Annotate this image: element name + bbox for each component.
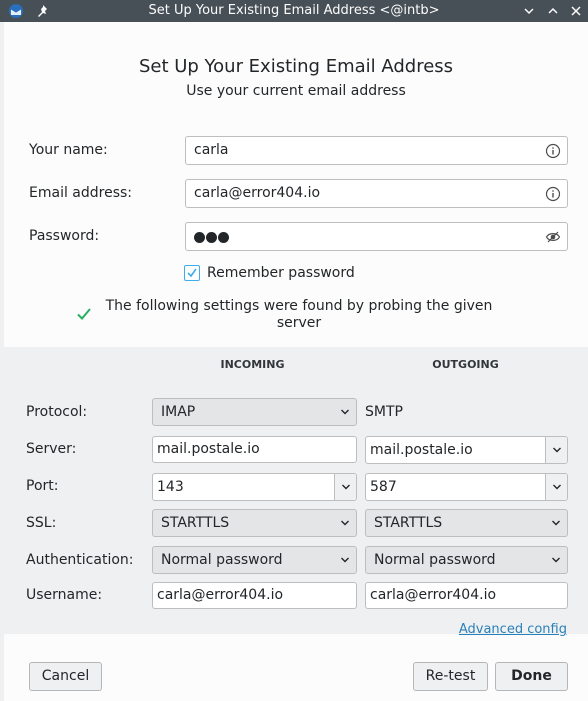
page-subtitle: Use your current email address: [186, 83, 406, 99]
incoming-protocol-select[interactable]: IMAP: [152, 398, 357, 426]
cancel-button[interactable]: Cancel: [29, 662, 102, 691]
outgoing-server-dropdown-button[interactable]: [545, 437, 567, 463]
done-button[interactable]: Done: [495, 662, 568, 691]
password-label: Password:: [29, 228, 100, 244]
incoming-username-input[interactable]: carla@error404.io: [152, 582, 357, 609]
retest-button[interactable]: Re-test: [413, 662, 488, 691]
chevron-down-icon: [341, 520, 349, 526]
probe-message: The following settings were found by pro…: [105, 298, 493, 331]
password-field[interactable]: [185, 222, 568, 251]
page-title: Set Up Your Existing Email Address: [138, 56, 454, 77]
setup-dialog: Set Up Your Existing Email Address Use y…: [4, 22, 588, 701]
title-bar: Set Up Your Existing Email Address <@int…: [0, 0, 588, 22]
outgoing-port-dropdown-button[interactable]: [545, 474, 567, 500]
info-icon[interactable]: [545, 143, 561, 159]
info-icon[interactable]: [545, 186, 561, 202]
outgoing-port-value: 587: [370, 479, 397, 495]
maximize-icon[interactable]: [545, 3, 561, 19]
name-field[interactable]: carla: [185, 136, 568, 165]
protocol-label: Protocol:: [26, 404, 88, 420]
chevron-down-icon: [342, 484, 350, 490]
chevron-down-icon: [553, 484, 561, 490]
outgoing-ssl-value: STARTTLS: [374, 515, 443, 531]
server-settings-panel: INCOMING OUTGOING Protocol: IMAP SMTP Se…: [4, 347, 588, 637]
port-label: Port:: [26, 478, 59, 494]
ssl-label: SSL:: [26, 515, 57, 531]
remember-password-label[interactable]: Remember password: [207, 265, 355, 281]
incoming-port-dropdown-button[interactable]: [334, 474, 356, 500]
incoming-server-value: mail.postale.io: [157, 441, 260, 457]
outgoing-header: OUTGOING: [432, 358, 499, 371]
outgoing-authentication-select[interactable]: Normal password: [365, 546, 568, 574]
incoming-ssl-select[interactable]: STARTTLS: [152, 509, 357, 537]
authentication-label: Authentication:: [26, 552, 134, 568]
window-title: Set Up Your Existing Email Address <@int…: [148, 3, 440, 18]
advanced-config-link[interactable]: Advanced config: [459, 622, 567, 637]
email-label: Email address:: [29, 185, 133, 201]
password-mask: [194, 231, 230, 247]
username-label: Username:: [26, 587, 103, 603]
outgoing-server-combo[interactable]: mail.postale.io: [365, 436, 568, 464]
chevron-down-icon: [341, 557, 349, 563]
close-icon[interactable]: [568, 3, 584, 19]
incoming-server-input[interactable]: mail.postale.io: [152, 436, 357, 463]
email-field[interactable]: carla@error404.io: [185, 179, 568, 208]
password-dot: [194, 232, 205, 243]
chevron-down-icon: [341, 409, 349, 415]
outgoing-ssl-select[interactable]: STARTTLS: [365, 509, 568, 537]
remember-password-checkbox[interactable]: [184, 265, 200, 281]
incoming-ssl-value: STARTTLS: [161, 515, 230, 531]
incoming-authentication-value: Normal password: [161, 552, 283, 568]
chevron-down-icon: [552, 557, 560, 563]
outgoing-username-input[interactable]: carla@error404.io: [365, 582, 568, 609]
password-dot: [206, 232, 217, 243]
success-check-icon: [77, 308, 91, 320]
outgoing-protocol-value: SMTP: [365, 404, 403, 420]
outgoing-port-combo[interactable]: 587: [365, 473, 568, 501]
name-label: Your name:: [29, 142, 108, 158]
outgoing-server-value: mail.postale.io: [370, 442, 473, 458]
minimize-icon[interactable]: [521, 3, 537, 19]
incoming-username-value: carla@error404.io: [157, 587, 284, 603]
outgoing-username-value: carla@error404.io: [370, 587, 497, 603]
incoming-authentication-select[interactable]: Normal password: [152, 546, 357, 574]
name-value: carla: [194, 142, 229, 158]
show-password-icon[interactable]: [545, 229, 561, 245]
incoming-port-combo[interactable]: 143: [152, 473, 357, 501]
incoming-header: INCOMING: [220, 358, 285, 371]
incoming-port-value: 143: [157, 479, 184, 495]
checkmark-icon: [187, 268, 197, 278]
chevron-down-icon: [553, 447, 561, 453]
chevron-down-icon: [552, 520, 560, 526]
server-label: Server:: [26, 441, 77, 457]
password-dot: [218, 232, 229, 243]
incoming-protocol-value: IMAP: [161, 404, 196, 420]
outgoing-authentication-value: Normal password: [374, 552, 496, 568]
email-value: carla@error404.io: [194, 185, 321, 201]
